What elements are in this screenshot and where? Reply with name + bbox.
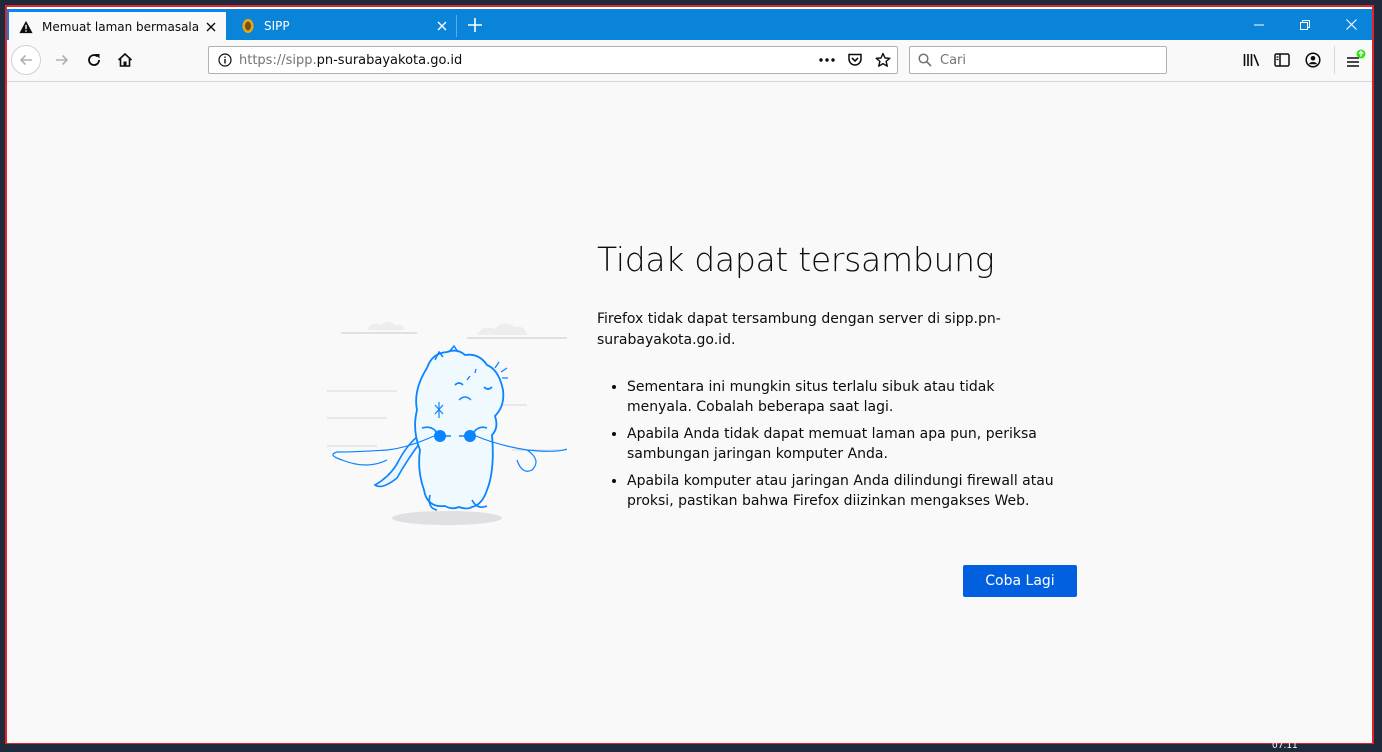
url-domain: pn-surabayakota.go.id	[316, 52, 463, 68]
hamburger-menu-icon	[1347, 49, 1366, 67]
back-arrow-icon	[19, 54, 32, 66]
retry-button[interactable]: Coba Lagi	[963, 565, 1077, 597]
error-page: Tidak dapat tersambung Firefox tidak dap…	[7, 82, 1372, 743]
tab-label: Memuat laman bermasalah	[42, 20, 200, 34]
back-button[interactable]	[11, 45, 41, 75]
toolbar-separator	[1334, 46, 1335, 74]
home-icon	[117, 52, 133, 67]
new-tab-button[interactable]	[463, 13, 487, 37]
close-window-button[interactable]	[1328, 9, 1372, 40]
tab-separator	[456, 15, 457, 37]
bookmark-star-icon[interactable]	[869, 47, 897, 73]
suggestion-item: Apabila komputer atau jaringan Anda dili…	[627, 471, 1057, 511]
page-actions-icon[interactable]	[813, 47, 841, 73]
search-input[interactable]	[938, 51, 1152, 69]
info-icon[interactable]	[211, 53, 239, 67]
forward-arrow-icon	[56, 54, 69, 66]
url-text[interactable]: https://sipp.pn-surabayakota.go.id	[239, 53, 813, 68]
browser-window: Memuat laman bermasalah SIPP https://sip…	[5, 5, 1374, 745]
account-icon	[1305, 52, 1321, 68]
error-title: Tidak dapat tersambung	[597, 240, 995, 279]
tab-error-page[interactable]: Memuat laman bermasalah	[9, 10, 226, 42]
suggestion-item: Apabila Anda tidak dapat memuat laman ap…	[627, 424, 1057, 464]
address-bar[interactable]: https://sipp.pn-surabayakota.go.id	[208, 46, 898, 74]
menu-button[interactable]	[1340, 45, 1370, 75]
minimize-button[interactable]	[1236, 9, 1282, 40]
home-button[interactable]	[110, 45, 140, 75]
unplugged-dinosaur-illustration	[327, 321, 567, 525]
error-description: Firefox tidak dapat tersambung dengan se…	[597, 311, 1001, 348]
search-icon	[912, 53, 938, 67]
taskbar: 07.11	[0, 741, 1382, 752]
tab-label: SIPP	[264, 19, 290, 33]
suggestion-item: Sementara ini mungkin situs terlalu sibu…	[627, 377, 1057, 417]
close-tab-icon[interactable]	[431, 15, 453, 37]
url-prefix: https://sipp.	[239, 52, 317, 68]
warning-icon	[18, 19, 34, 35]
search-bar[interactable]	[909, 46, 1167, 74]
tab-sipp[interactable]: SIPP	[231, 10, 457, 42]
library-button[interactable]	[1237, 45, 1267, 75]
reload-icon	[88, 54, 100, 66]
account-button[interactable]	[1298, 45, 1328, 75]
navigation-toolbar: https://sipp.pn-surabayakota.go.id	[7, 40, 1372, 82]
court-logo-icon	[240, 18, 256, 34]
taskbar-clock[interactable]: 07.11	[1272, 741, 1298, 751]
restore-button[interactable]	[1282, 9, 1328, 40]
sidebar-button[interactable]	[1267, 45, 1297, 75]
error-suggestions-list: Sementara ini mungkin situs terlalu sibu…	[597, 377, 1057, 511]
sidebar-icon	[1274, 53, 1290, 67]
error-message-box: Tidak dapat tersambung Firefox tidak dap…	[597, 237, 1077, 518]
close-tab-icon[interactable]	[200, 16, 222, 38]
forward-button[interactable]	[47, 45, 77, 75]
pocket-icon[interactable]	[841, 47, 869, 73]
tab-strip: Memuat laman bermasalah SIPP	[7, 7, 1372, 42]
library-icon	[1243, 54, 1260, 67]
reload-button[interactable]	[79, 45, 109, 75]
